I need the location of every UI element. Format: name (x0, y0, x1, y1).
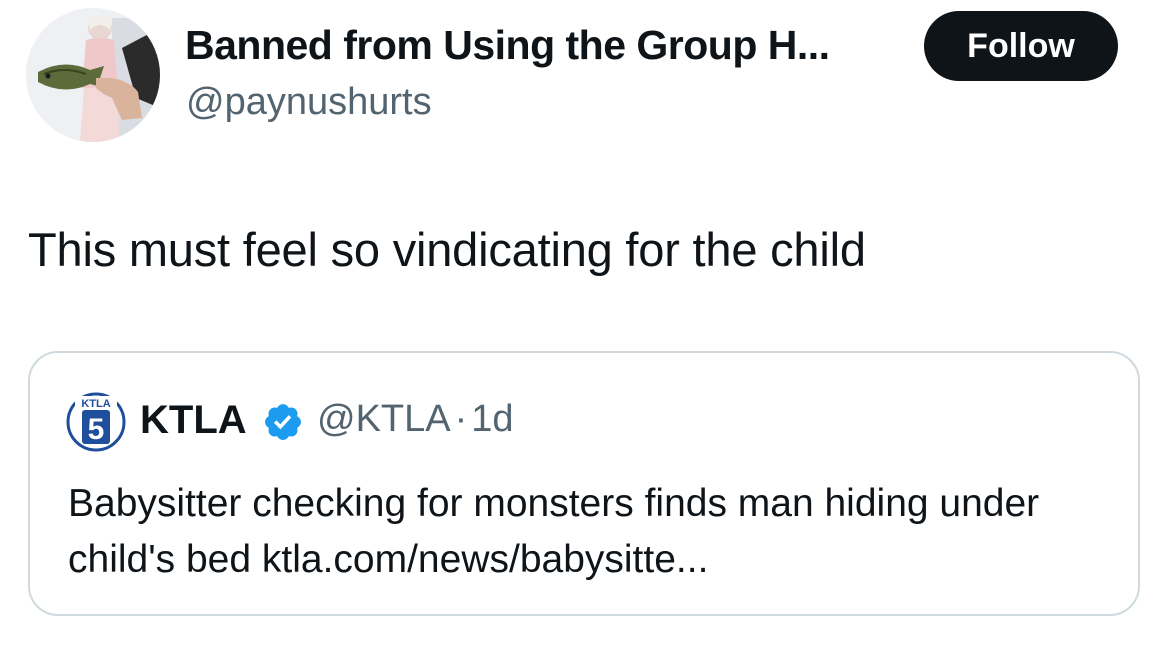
quoted-author-handle[interactable]: @KTLA (317, 398, 451, 440)
verified-badge-icon (265, 404, 301, 440)
quoted-author-name[interactable]: KTLA (140, 398, 247, 443)
tweet-text: This must feel so vindicating for the ch… (28, 223, 866, 276)
ktla-logo-text: KTLA (81, 398, 110, 410)
follow-button[interactable]: Follow (924, 11, 1118, 81)
meta-separator: · (454, 398, 468, 440)
avatar-photo-icon (26, 8, 160, 142)
quoted-meta: @KTLA · 1d (317, 398, 514, 441)
author-handle[interactable]: @paynushurts (186, 81, 432, 124)
ktla-5-logo-icon: KTLA 5 (66, 392, 126, 452)
author-avatar[interactable] (26, 8, 160, 142)
tweet: Banned from Using the Group H... @paynus… (0, 0, 1170, 665)
quoted-tweet-card[interactable]: KTLA 5 KTLA @KTLA · 1d Babysitter checking… (28, 351, 1140, 616)
author-display-name[interactable]: Banned from Using the Group H... (185, 22, 830, 69)
quoted-timestamp[interactable]: 1d (471, 398, 513, 440)
ktla-logo-number: 5 (88, 413, 105, 446)
quoted-tweet-text: Babysitter checking for monsters finds m… (68, 482, 1040, 581)
